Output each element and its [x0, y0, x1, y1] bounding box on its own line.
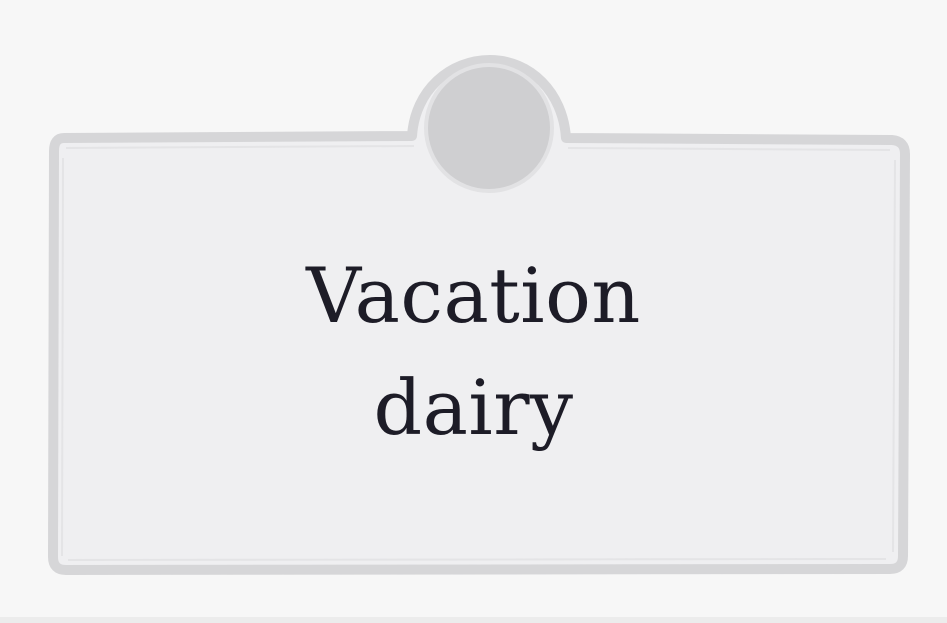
card-title: Vacation dairy [0, 240, 947, 464]
canvas: Vacation dairy [0, 0, 947, 623]
title-line-2: dairy [373, 363, 574, 452]
tab-circle [424, 63, 554, 193]
title-line-1: Vacation [306, 251, 641, 340]
bottom-strip [0, 617, 947, 623]
